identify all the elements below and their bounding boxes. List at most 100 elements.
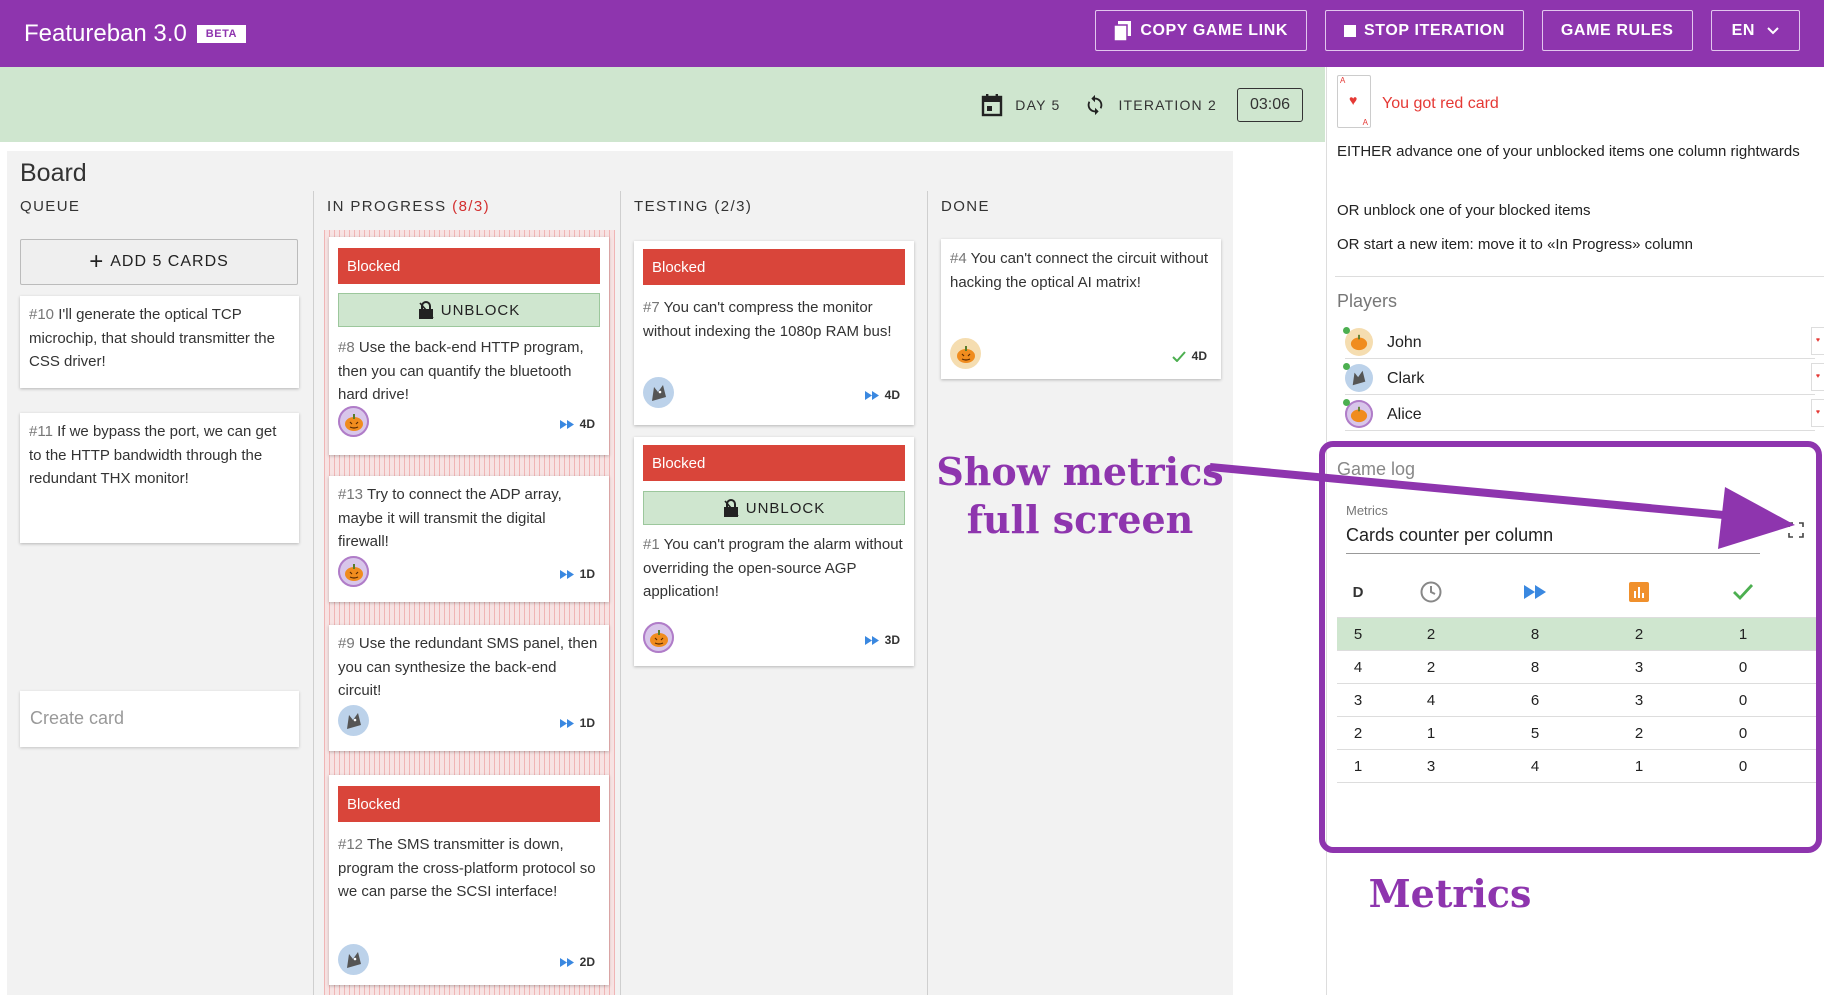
avatar	[643, 622, 674, 653]
lock-icon	[723, 499, 739, 517]
in-progress-card[interactable]: Blocked UNBLOCK #8 Use the back-end HTTP…	[329, 237, 609, 455]
days-value: 1D	[579, 716, 595, 730]
chevron-down-icon	[1767, 26, 1779, 35]
online-indicator	[1343, 363, 1350, 370]
card-text: #4 You can't connect the circuit without…	[950, 247, 1212, 294]
wolf-icon	[651, 384, 666, 401]
card-text: #12 The SMS transmitter is down, program…	[338, 833, 600, 904]
create-card-input[interactable]: Create card	[20, 691, 299, 747]
pumpkin-icon	[344, 563, 363, 581]
card-description: You can't connect the circuit without ha…	[950, 250, 1209, 291]
app-title: Featureban 3.0	[24, 19, 187, 47]
unblock-button[interactable]: UNBLOCK	[643, 491, 905, 525]
player-row[interactable]: John ♥	[1343, 325, 1824, 359]
days-counter: 4D	[1171, 349, 1207, 363]
column-title-done: DONE	[941, 198, 990, 215]
avatar	[338, 705, 369, 736]
card-number: #13	[338, 486, 364, 503]
blocked-label: Blocked	[338, 786, 600, 822]
stop-iteration-label: STOP ITERATION	[1364, 21, 1505, 39]
days-counter: 4D	[559, 417, 595, 431]
blocked-label: Blocked	[643, 249, 905, 285]
pumpkin-icon	[1350, 406, 1368, 423]
card-number: #1	[643, 536, 660, 553]
header-actions: COPY GAME LINK STOP ITERATION GAME RULES…	[1095, 10, 1800, 51]
sync-icon	[1084, 94, 1106, 116]
player-row[interactable]: Clark ♥	[1343, 361, 1824, 395]
avatar	[338, 944, 369, 975]
app-header: Featureban 3.0 BETA COPY GAME LINK STOP …	[0, 0, 1824, 67]
card-number: #8	[338, 339, 355, 356]
board-title: Board	[20, 159, 87, 187]
game-rules-button[interactable]: GAME RULES	[1541, 10, 1693, 51]
card-text: #13 Try to connect the ADP array, maybe …	[338, 483, 600, 554]
card-number: #7	[643, 299, 660, 316]
in-progress-card[interactable]: #9 Use the redundant SMS panel, then you…	[329, 625, 609, 751]
days-value: 4D	[884, 388, 900, 402]
add-cards-button[interactable]: + ADD 5 CARDS	[20, 239, 298, 285]
wolf-icon	[346, 951, 361, 968]
unblock-label: UNBLOCK	[440, 301, 521, 319]
days-value: 4D	[1191, 349, 1207, 363]
stop-icon	[1344, 24, 1357, 37]
calendar-icon	[981, 93, 1003, 117]
pumpkin-icon	[649, 629, 668, 647]
player-card-icon: ♥	[1811, 399, 1824, 427]
column-title-in-progress-label: IN PROGRESS	[327, 198, 447, 215]
avatar	[338, 556, 369, 587]
column-title-testing: TESTING (2/3)	[634, 198, 753, 215]
rule-text: EITHER advance one of your unblocked ite…	[1337, 143, 1800, 160]
fast-forward-icon	[559, 957, 574, 967]
days-value: 1D	[579, 567, 595, 581]
wolf-icon	[346, 712, 361, 729]
player-name: Alice	[1387, 406, 1422, 423]
copy-game-link-label: COPY GAME LINK	[1140, 21, 1289, 39]
testing-card[interactable]: Blocked UNBLOCK #1 You can't program the…	[634, 437, 914, 666]
card-number: #10	[29, 306, 55, 323]
annotation-metrics: Metrics	[1368, 871, 1532, 916]
done-card[interactable]: #4 You can't connect the circuit without…	[941, 239, 1221, 379]
annotation-arrow	[1210, 463, 1795, 549]
unblock-button[interactable]: UNBLOCK	[338, 293, 600, 327]
in-progress-card[interactable]: #13 Try to connect the ADP array, maybe …	[329, 476, 609, 602]
copy-icon	[1114, 20, 1132, 41]
plus-icon: +	[89, 248, 105, 275]
avatar	[338, 406, 369, 437]
queue-card[interactable]: #11 If we bypass the port, we can get to…	[20, 413, 299, 543]
player-row[interactable]: Alice ♥	[1343, 397, 1824, 431]
copy-game-link-button[interactable]: COPY GAME LINK	[1095, 10, 1308, 51]
rule-text: OR unblock one of your blocked items	[1337, 202, 1591, 219]
player-card-icon: ♥	[1811, 327, 1824, 355]
players-title: Players	[1337, 291, 1398, 311]
card-description: Try to connect the ADP array, maybe it w…	[338, 486, 562, 550]
card-number: #9	[338, 635, 355, 652]
online-indicator	[1343, 327, 1350, 334]
blocked-label: Blocked	[338, 248, 600, 284]
red-card-title: You got red card	[1382, 95, 1499, 112]
player-name: Clark	[1387, 370, 1425, 387]
language-select[interactable]: EN	[1710, 10, 1800, 51]
player-card-icon: ♥	[1811, 363, 1824, 391]
card-description: Use the redundant SMS panel, then you ca…	[338, 635, 598, 699]
in-progress-card[interactable]: Blocked #12 The SMS transmitter is down,…	[329, 775, 609, 985]
fast-forward-icon	[559, 419, 574, 429]
fast-forward-icon	[559, 718, 574, 728]
queue-card[interactable]: #10 I'll generate the optical TCP microc…	[20, 296, 299, 388]
testing-card[interactable]: Blocked #7 You can't compress the monito…	[634, 241, 914, 425]
column-divider	[927, 191, 928, 995]
days-counter: 4D	[864, 388, 900, 402]
stop-iteration-button[interactable]: STOP ITERATION	[1325, 10, 1524, 51]
add-cards-label: ADD 5 CARDS	[110, 253, 229, 270]
card-number: #4	[950, 250, 967, 267]
column-divider	[313, 191, 314, 995]
annotation-show-metrics: Show metrics full screen	[936, 449, 1224, 542]
card-number: #12	[338, 836, 364, 853]
beta-badge: BETA	[196, 24, 246, 43]
wip-limit-exceeded: (8/3)	[452, 198, 491, 215]
card-text: #9 Use the redundant SMS panel, then you…	[338, 632, 600, 703]
days-counter: 2D	[559, 955, 595, 969]
days-value: 4D	[579, 417, 595, 431]
card-description: The SMS transmitter is down, program the…	[338, 836, 596, 900]
red-card-icon: A ♥ A	[1337, 75, 1371, 128]
card-number: #11	[29, 423, 53, 440]
